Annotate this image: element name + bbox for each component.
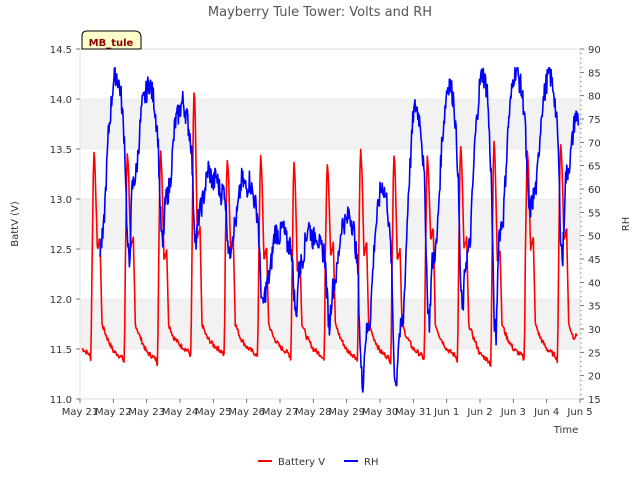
chart-svg: May 21May 22May 23May 24May 25May 26May … xyxy=(0,0,640,480)
y-right-tick-label: 15 xyxy=(588,395,601,406)
y-left-tick-label: 12.5 xyxy=(50,245,72,256)
x-tick-label: May 25 xyxy=(195,407,232,418)
legend-battery-label: Battery V xyxy=(278,457,325,468)
y-right-tick-label: 80 xyxy=(588,92,601,103)
x-axis-label: Time xyxy=(553,425,578,436)
x-tick-label: Jun 4 xyxy=(533,407,559,418)
y-left-tick-label: 14.0 xyxy=(50,95,72,106)
x-tick-label: May 31 xyxy=(395,407,432,418)
y-right-tick-label: 30 xyxy=(588,325,601,336)
station-label: MB_tule xyxy=(89,38,134,49)
x-tick-label: May 21 xyxy=(62,407,99,418)
x-tick-label: May 22 xyxy=(95,407,132,418)
y-left-tick-label: 11.5 xyxy=(50,345,72,356)
y-right-tick-label: 40 xyxy=(588,278,601,289)
x-tick-label: Jun 3 xyxy=(500,407,526,418)
y-right-tick-label: 75 xyxy=(588,115,601,126)
y-left-axis-label: BattV (V) xyxy=(10,201,21,247)
x-tick-label: Jun 2 xyxy=(466,407,492,418)
x-tick-label: Jun 5 xyxy=(566,407,592,418)
x-tick-label: May 29 xyxy=(328,407,365,418)
y-right-tick-label: 85 xyxy=(588,68,601,79)
x-tick-label: May 24 xyxy=(162,407,199,418)
y-right-tick-label: 35 xyxy=(588,302,601,313)
chart-title: Mayberry Tule Tower: Volts and RH xyxy=(208,5,432,20)
y-right-tick-label: 65 xyxy=(588,162,601,173)
y-left-tick-label: 13.0 xyxy=(50,195,72,206)
grid-band xyxy=(80,249,580,299)
x-tick-label: May 23 xyxy=(128,407,165,418)
y-right-tick-label: 70 xyxy=(588,138,601,149)
station-badge: MB_tule xyxy=(81,30,142,50)
y-right-axis-label: RH xyxy=(621,217,632,231)
legend-rh-label: RH xyxy=(364,457,378,468)
x-tick-label: May 26 xyxy=(228,407,265,418)
x-tick-label: May 28 xyxy=(295,407,332,418)
y-right-tick-label: 20 xyxy=(588,372,601,383)
x-tick-label: May 27 xyxy=(262,407,299,418)
x-tick-label: May 30 xyxy=(362,407,399,418)
y-right-tick-label: 55 xyxy=(588,208,601,219)
y-right-tick-label: 50 xyxy=(588,232,601,243)
y-right-tick-label: 45 xyxy=(588,255,601,266)
grid-band xyxy=(80,49,580,99)
y-left-tick-label: 14.5 xyxy=(50,45,72,56)
y-right-tick-label: 90 xyxy=(588,45,601,56)
y-left-tick-label: 11.0 xyxy=(50,395,72,406)
y-left-tick-label: 13.5 xyxy=(50,145,72,156)
x-tick-label: Jun 1 xyxy=(433,407,459,418)
y-right-tick-label: 25 xyxy=(588,348,601,359)
y-left-tick-label: 12.0 xyxy=(50,295,72,306)
y-right-tick-label: 60 xyxy=(588,185,601,196)
grid-band xyxy=(80,99,580,149)
